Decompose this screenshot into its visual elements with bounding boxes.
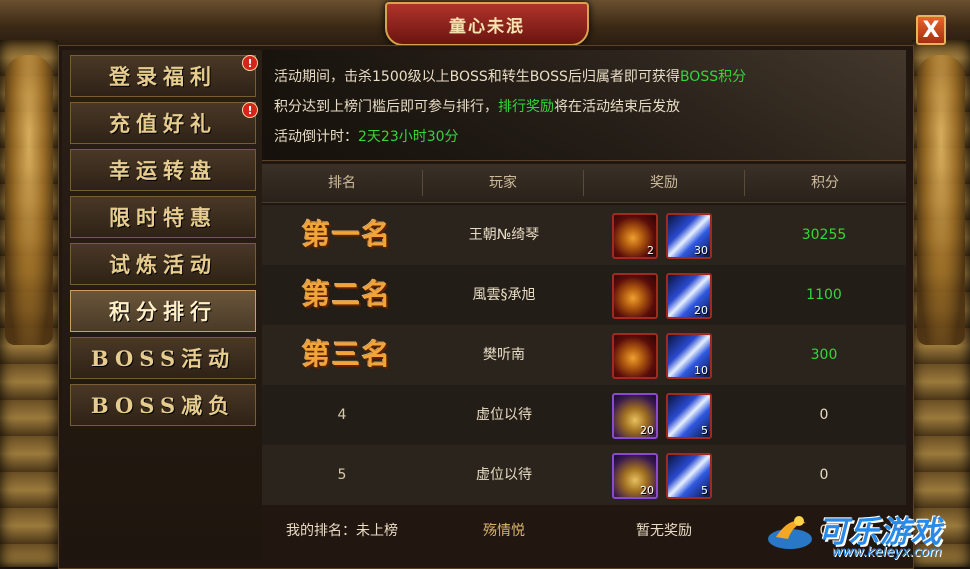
countdown-line: 活动倒计时：2天23小时30分: [274, 126, 459, 146]
rank-title: 第三名: [301, 338, 392, 371]
item-quantity: 2: [647, 244, 654, 257]
crystal-icon[interactable]: 5: [666, 393, 712, 439]
table-row: 第一名 王朝№绮琴 2 30 30255: [262, 205, 906, 265]
rank-title: 第二名: [301, 278, 392, 311]
sidebar-item-label: 充值好礼: [109, 111, 217, 136]
rank-title: 第一名: [301, 218, 392, 251]
boss-points-highlight: BOSS积分: [679, 69, 747, 85]
player-score: 0: [819, 467, 829, 483]
event-description-text: 活动期间，击杀1500级以上BOSS和转生BOSS后归属者即可获得: [274, 69, 680, 85]
table-row: 第三名 樊听南 10 300: [262, 325, 906, 385]
player-score: 1100: [806, 287, 842, 303]
crystal-icon[interactable]: 5: [666, 453, 712, 499]
player-name[interactable]: 王朝№绮琴: [424, 205, 584, 265]
sidebar-item-label: BOSS活动: [90, 346, 236, 371]
sidebar-item-trial-event[interactable]: 试炼活动: [70, 243, 256, 285]
site-watermark: 可乐游戏 www.keleyx.com: [760, 505, 970, 565]
event-description-line: 活动期间，击杀1500级以上BOSS和转生BOSS后归属者即可获得BOSS积分: [274, 66, 746, 86]
left-statue-decoration: [5, 55, 53, 345]
sidebar-item-lucky-wheel[interactable]: 幸运转盘: [70, 149, 256, 191]
ranking-rule-line: 积分达到上榜门槛后即可参与排行，排行奖励将在活动结束后发放: [274, 96, 680, 116]
table-row: 第二名 風雲§承旭 20 1100: [262, 265, 906, 325]
notification-badge: !: [242, 102, 258, 118]
potion-icon[interactable]: 2: [612, 213, 658, 259]
event-info-banner: 活动期间，击杀1500级以上BOSS和转生BOSS后归属者即可获得BOSS积分 …: [262, 50, 906, 161]
close-button[interactable]: X: [916, 15, 946, 45]
sidebar-item-label: 限时特惠: [109, 205, 217, 230]
treasure-icon[interactable]: 20: [612, 393, 658, 439]
ranking-rule-suffix: 将在活动结束后发放: [554, 99, 680, 115]
item-quantity: 20: [640, 424, 654, 437]
item-quantity: 5: [701, 424, 708, 437]
ranking-reward-link[interactable]: 排行奖励: [498, 99, 554, 115]
player-name: 虚位以待: [476, 407, 532, 423]
column-header-player: 玩家: [489, 175, 517, 191]
table-row: 5 虚位以待 20 5 0: [262, 445, 906, 505]
my-player-name: 殇情悦: [483, 523, 525, 539]
rank-number: 4: [337, 407, 347, 423]
ranking-rule-text: 积分达到上榜门槛后即可参与排行，: [274, 99, 498, 115]
item-quantity: 20: [694, 304, 708, 317]
right-statue-decoration: [917, 55, 965, 345]
sidebar-item-label: 登录福利: [109, 64, 217, 89]
item-quantity: 30: [694, 244, 708, 257]
sidebar-item-boss-event[interactable]: BOSS活动: [70, 337, 256, 379]
item-quantity: 5: [701, 484, 708, 497]
rank-number: 5: [337, 467, 347, 483]
treasure-icon[interactable]: 20: [612, 453, 658, 499]
sidebar-item-points-ranking[interactable]: 积分排行: [70, 290, 256, 332]
sidebar-item-boss-relief[interactable]: BOSS减负: [70, 384, 256, 426]
my-rank-label: 我的排名：未上榜: [286, 523, 398, 539]
player-name: 虚位以待: [476, 467, 532, 483]
sidebar-item-limited-offer[interactable]: 限时特惠: [70, 196, 256, 238]
crystal-icon[interactable]: 10: [666, 333, 712, 379]
potion-icon[interactable]: [612, 273, 658, 319]
potion-icon[interactable]: [612, 333, 658, 379]
player-name[interactable]: 風雲§承旭: [424, 265, 584, 325]
crystal-icon[interactable]: 20: [666, 273, 712, 319]
my-reward-status: 暂无奖励: [636, 523, 692, 539]
sidebar-item-login-bonus[interactable]: 登录福利: [70, 55, 256, 97]
column-header-reward: 奖励: [650, 175, 678, 191]
ranking-table-header: 排名 玩家 奖励 积分: [262, 164, 906, 203]
sidebar-item-label: 积分排行: [109, 299, 217, 324]
sidebar-item-label: 幸运转盘: [109, 158, 217, 183]
table-row: 4 虚位以待 20 5 0: [262, 385, 906, 445]
player-score: 30255: [801, 227, 847, 243]
player-name[interactable]: 樊听南: [424, 325, 584, 385]
countdown-label: 活动倒计时：: [274, 129, 358, 145]
watermark-url: www.keleyx.com: [832, 545, 942, 560]
watermark-logo-icon: [768, 516, 812, 549]
player-score: 300: [810, 347, 838, 363]
item-quantity: 10: [694, 364, 708, 377]
countdown-value: 2天23小时30分: [358, 129, 459, 145]
column-header-score: 积分: [811, 175, 839, 191]
sidebar-item-label: BOSS减负: [90, 393, 236, 418]
sidebar-item-label: 试炼活动: [109, 252, 217, 277]
window-title: 童心未泯: [385, 2, 589, 46]
column-header-rank: 排名: [328, 175, 356, 191]
sidebar-item-recharge-gift[interactable]: 充值好礼: [70, 102, 256, 144]
notification-badge: !: [242, 55, 258, 71]
crystal-icon[interactable]: 30: [666, 213, 712, 259]
item-quantity: 20: [640, 484, 654, 497]
player-score: 0: [819, 407, 829, 423]
